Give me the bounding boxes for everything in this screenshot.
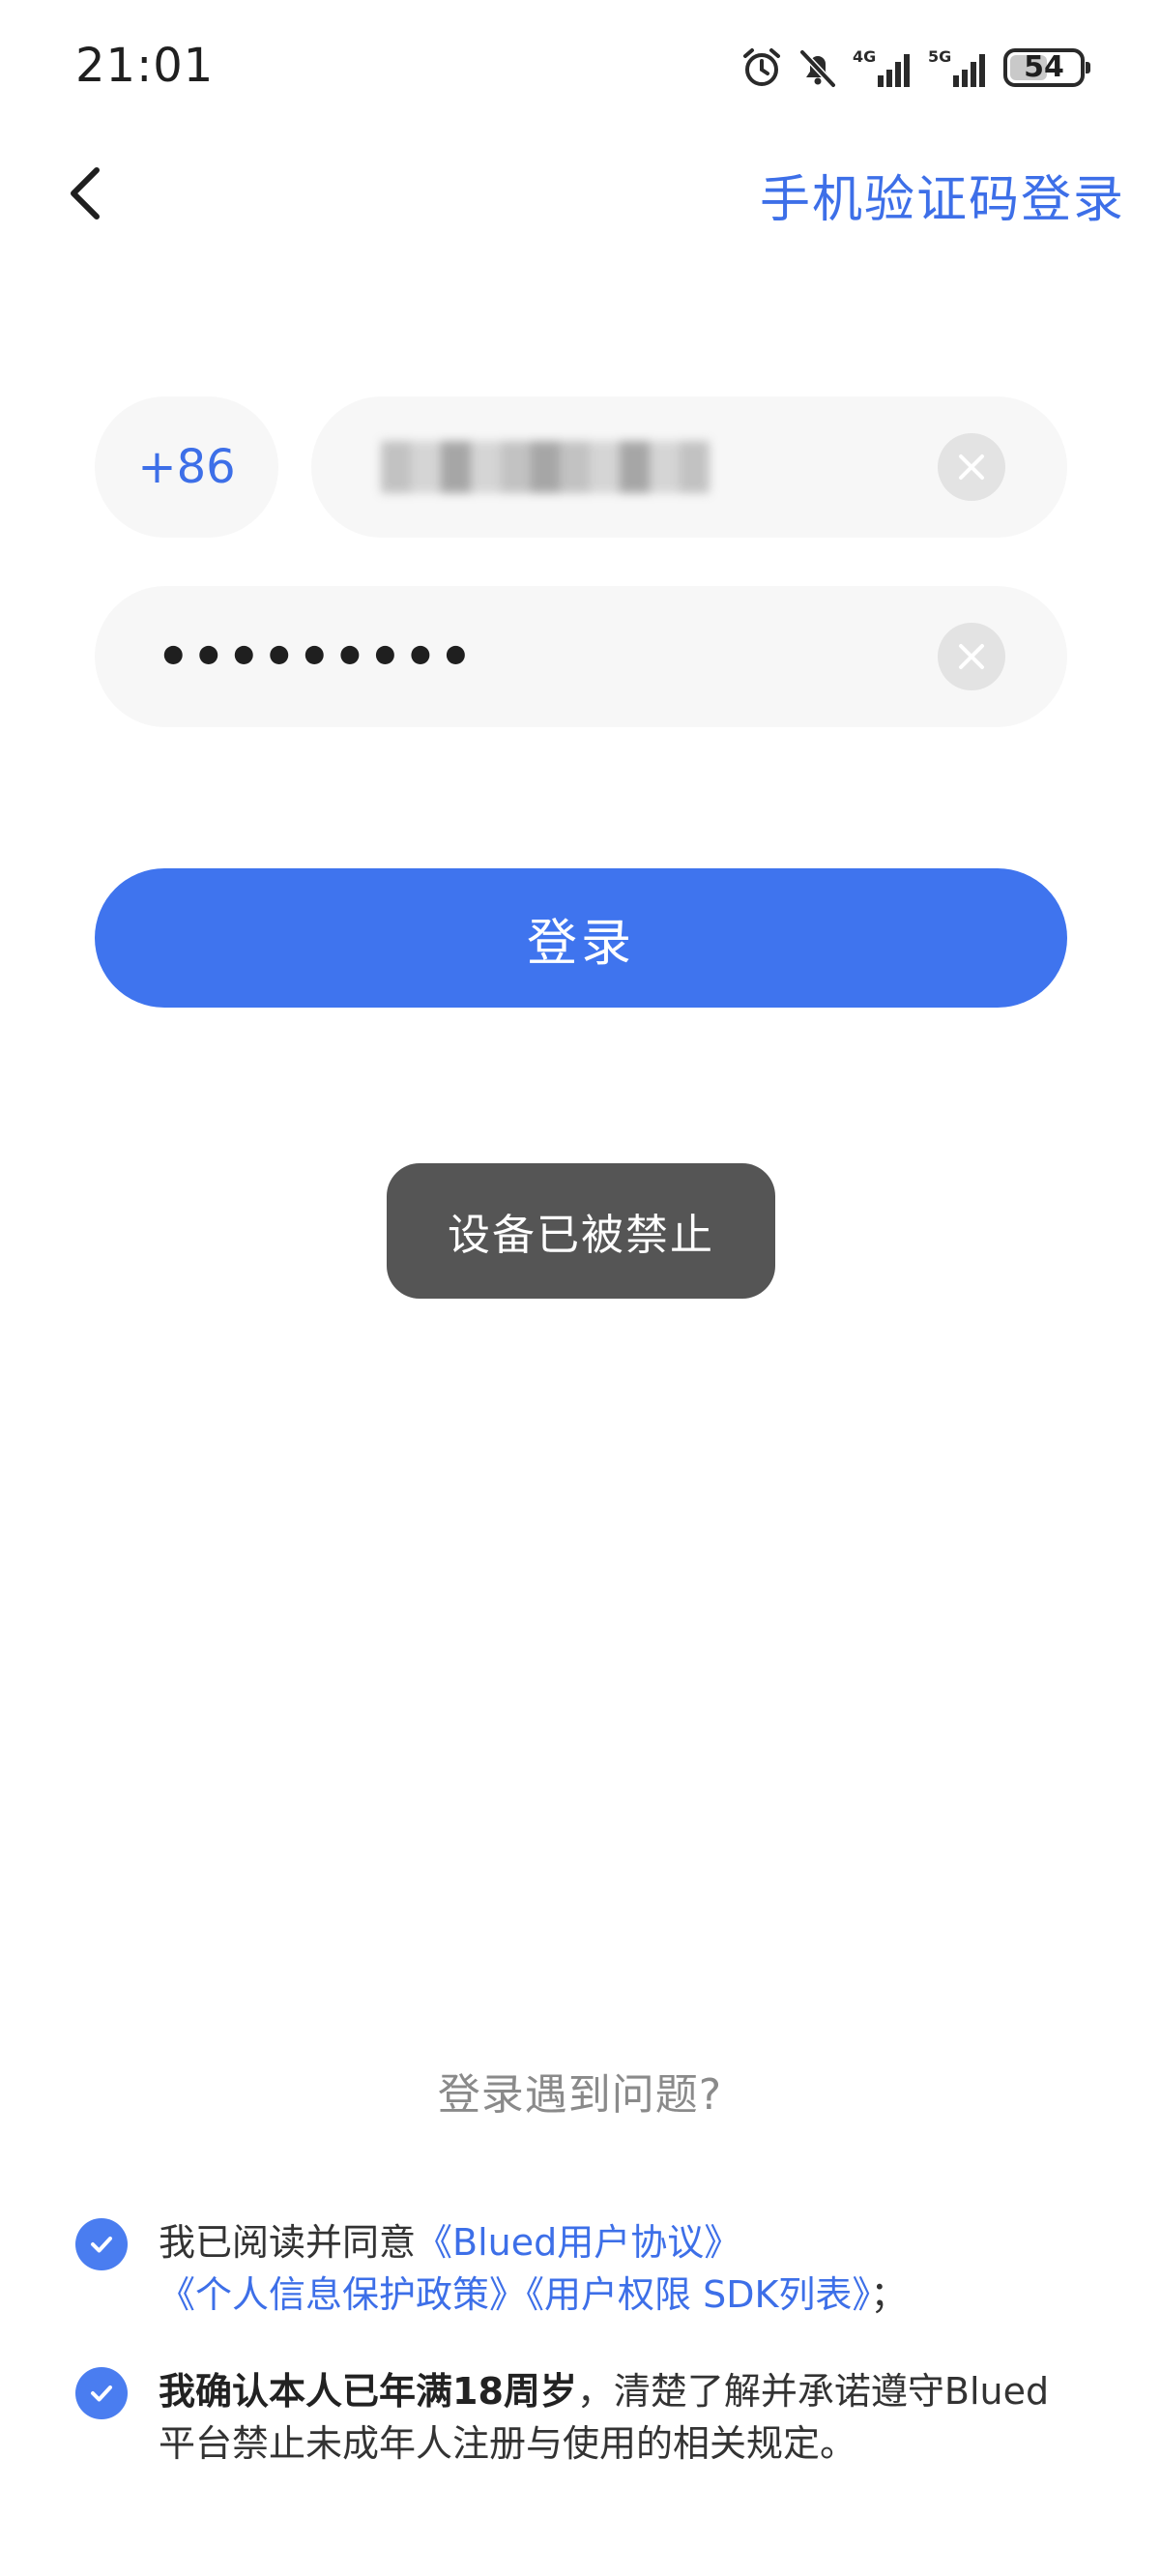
alarm-icon — [740, 46, 783, 89]
agreement-suffix: ； — [870, 2273, 908, 2316]
country-code-selector[interactable]: +86 — [95, 396, 278, 538]
agreement-prefix: 我已阅读并同意 — [159, 2221, 417, 2264]
nav-bar: 手机验证码登录 — [0, 135, 1160, 251]
phone-input[interactable] — [311, 396, 1067, 538]
status-bar: 21:01 4G 5G 54 — [0, 0, 1160, 135]
agreement-age-text: 我确认本人已年满18周岁，清楚了解并承诺遵守Blued平台禁止未成年人注册与使用… — [159, 2365, 1079, 2470]
checkmark-icon[interactable] — [75, 2218, 128, 2270]
login-button[interactable]: 登录 — [95, 868, 1067, 1008]
age-confirm-bold: 我确认本人已年满18周岁 — [159, 2370, 577, 2413]
toast-message: 设备已被禁止 — [387, 1163, 775, 1299]
sdk-list-link[interactable]: 《用户权限 SDK列表》 — [526, 2273, 870, 2316]
close-icon — [959, 644, 984, 669]
battery-level: 54 — [1024, 50, 1064, 84]
clear-phone-button[interactable] — [938, 433, 1005, 501]
status-icons: 4G 5G 54 — [740, 43, 1090, 93]
close-icon — [959, 454, 984, 480]
checkmark-icon[interactable] — [75, 2367, 128, 2419]
phone-number-redacted — [381, 441, 710, 493]
signal-4g-icon: 4G — [853, 46, 914, 89]
signal-1-label: 4G — [853, 47, 876, 66]
signal-5g-icon: 5G — [928, 46, 990, 89]
battery-icon: 54 — [1003, 48, 1090, 87]
signal-2-label: 5G — [928, 47, 951, 66]
status-time: 21:01 — [75, 39, 215, 93]
password-input[interactable]: ••••••••• — [95, 586, 1067, 727]
sms-login-link[interactable]: 手机验证码登录 — [760, 159, 1125, 231]
agreement-age: 我确认本人已年满18周岁，清楚了解并承诺遵守Blued平台禁止未成年人注册与使用… — [75, 2365, 1081, 2470]
user-agreement-link[interactable]: 《Blued用户协议》 — [416, 2221, 740, 2264]
mute-bell-icon — [797, 46, 839, 89]
password-value: ••••••••• — [157, 626, 475, 688]
privacy-policy-link[interactable]: 《个人信息保护政策》 — [159, 2273, 526, 2316]
chevron-left-icon — [71, 167, 100, 220]
clear-password-button[interactable] — [938, 623, 1005, 690]
agreement-terms: 我已阅读并同意《Blued用户协议》《个人信息保护政策》《用户权限 SDK列表》… — [75, 2216, 1081, 2321]
login-help-link[interactable]: 登录遇到问题? — [0, 2060, 1160, 2122]
back-button[interactable] — [48, 157, 122, 230]
agreement-terms-text: 我已阅读并同意《Blued用户协议》《个人信息保护政策》《用户权限 SDK列表》… — [159, 2216, 1079, 2321]
